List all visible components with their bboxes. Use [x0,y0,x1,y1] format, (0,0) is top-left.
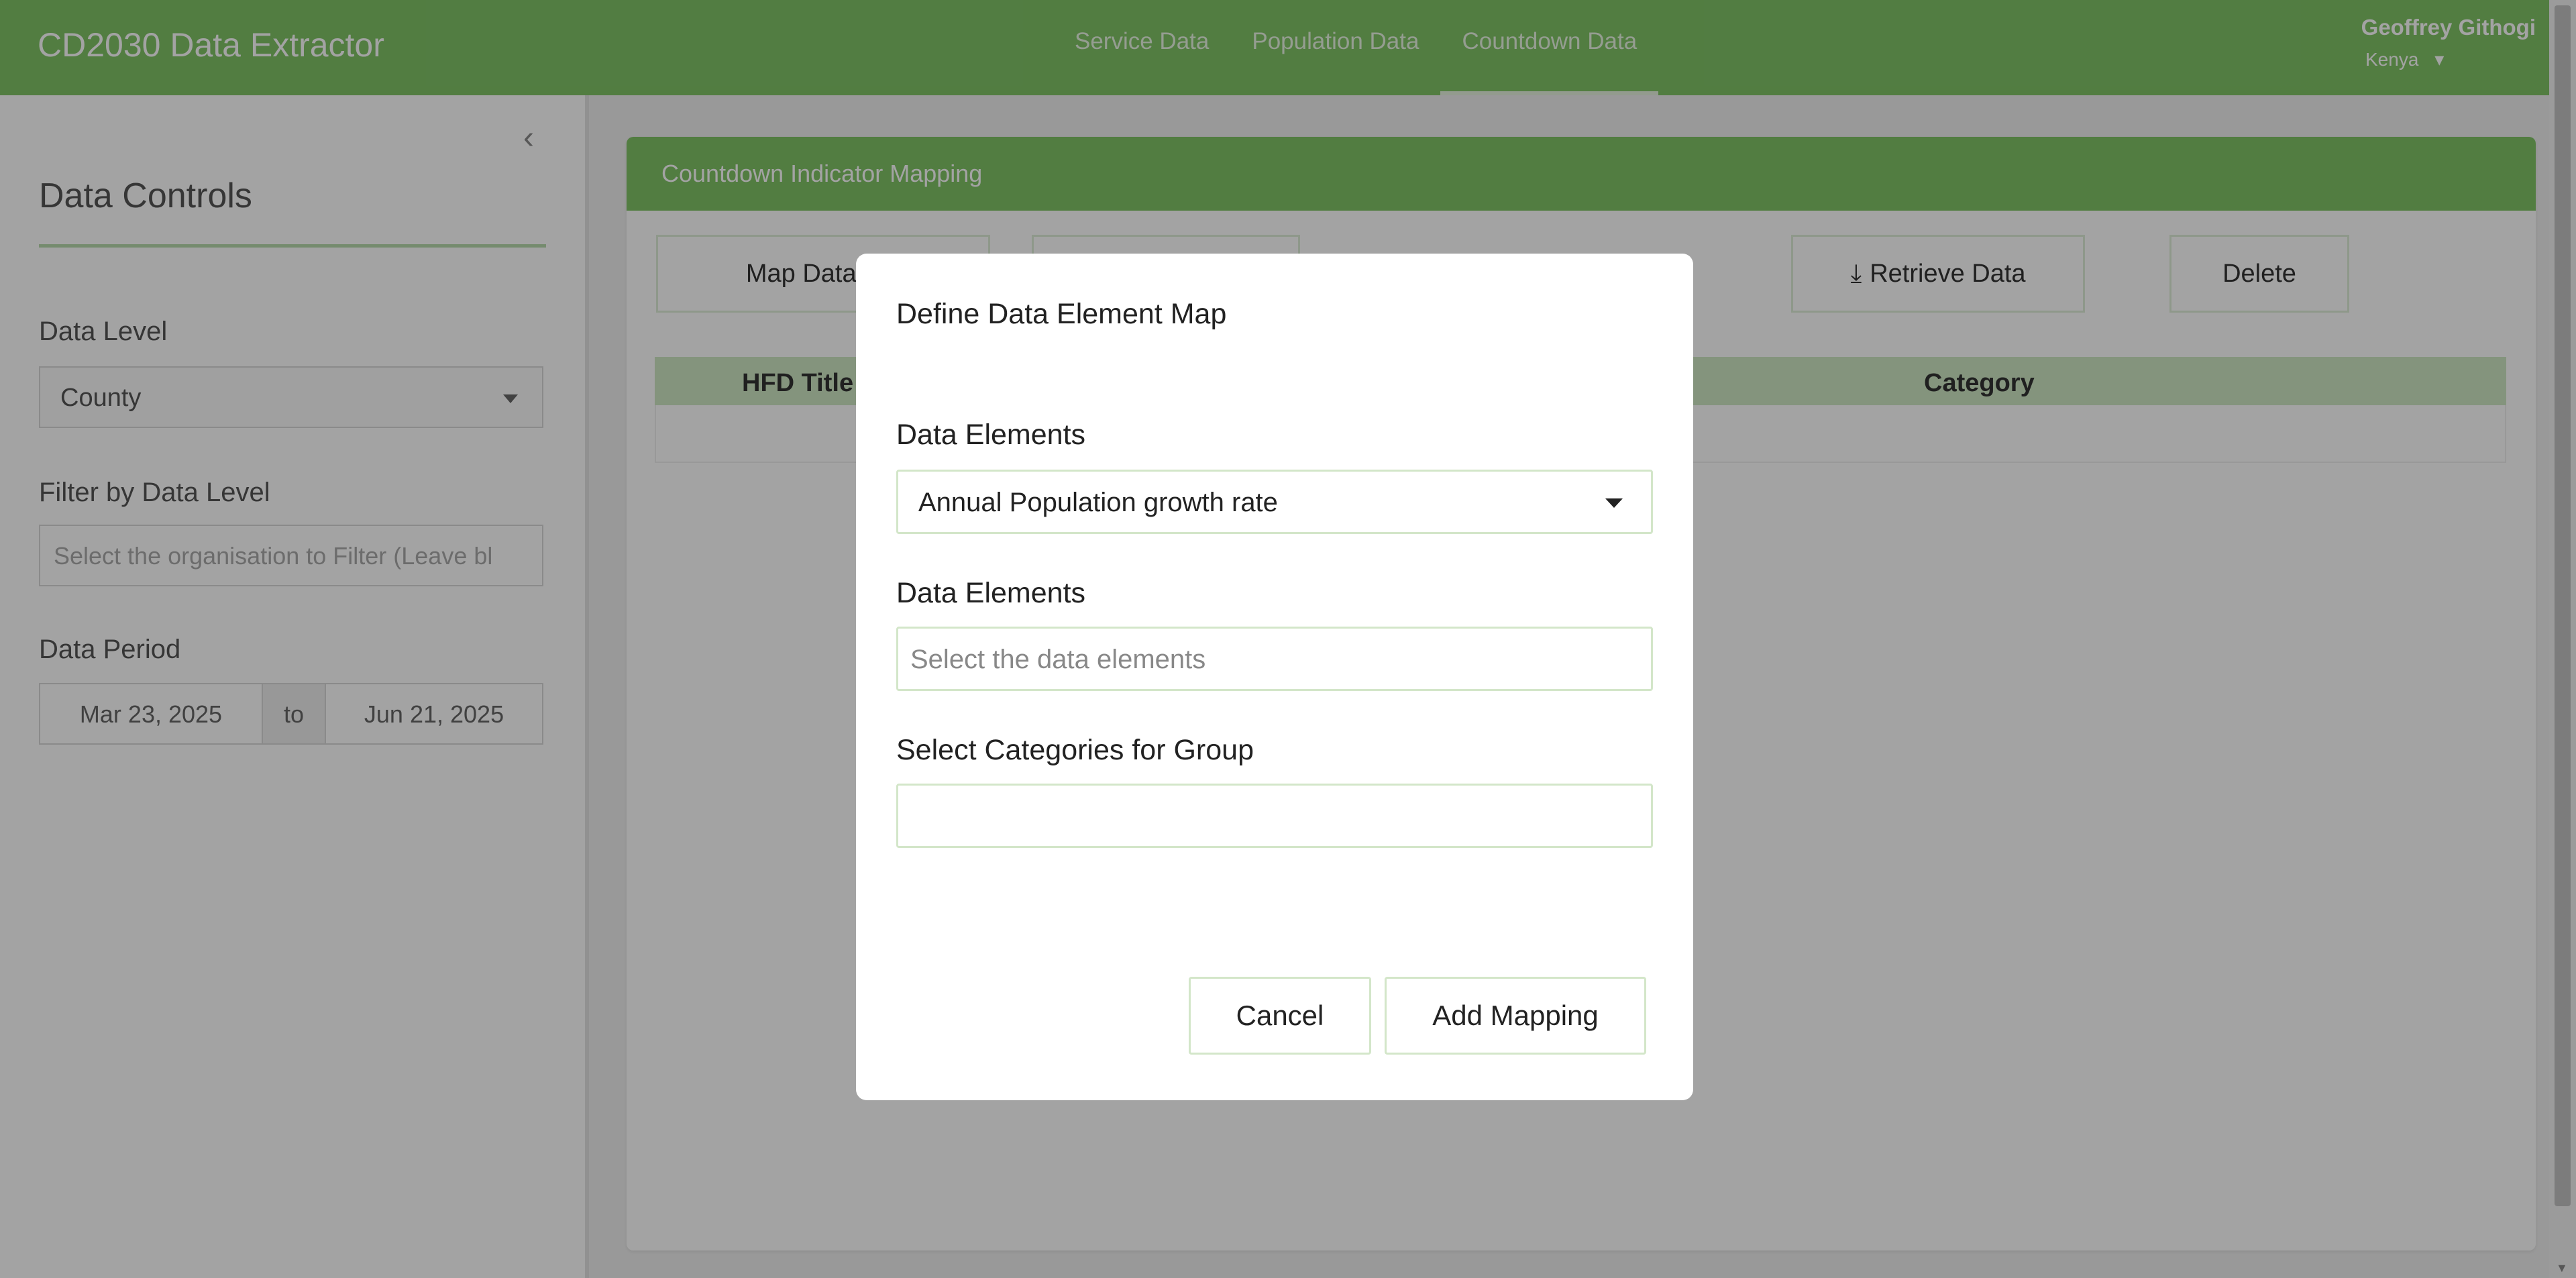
categories-label: Select Categories for Group [896,734,1254,766]
define-data-element-map-modal: Define Data Element Map Data Elements An… [856,254,1693,1100]
data-element-selected-value: Annual Population growth rate [918,488,1278,517]
categories-select[interactable] [896,784,1653,848]
data-element-select[interactable]: Annual Population growth rate [896,470,1653,534]
data-elements-multiselect[interactable]: Select the data elements [896,627,1653,691]
modal-title: Define Data Element Map [896,298,1227,330]
add-mapping-button[interactable]: Add Mapping [1385,977,1646,1055]
data-elements-label: Data Elements [896,419,1086,451]
dropdown-arrow-icon [1605,498,1623,508]
data-elements-placeholder: Select the data elements [910,645,1206,674]
cancel-button[interactable]: Cancel [1189,977,1371,1055]
data-elements-multi-label: Data Elements [896,577,1086,609]
